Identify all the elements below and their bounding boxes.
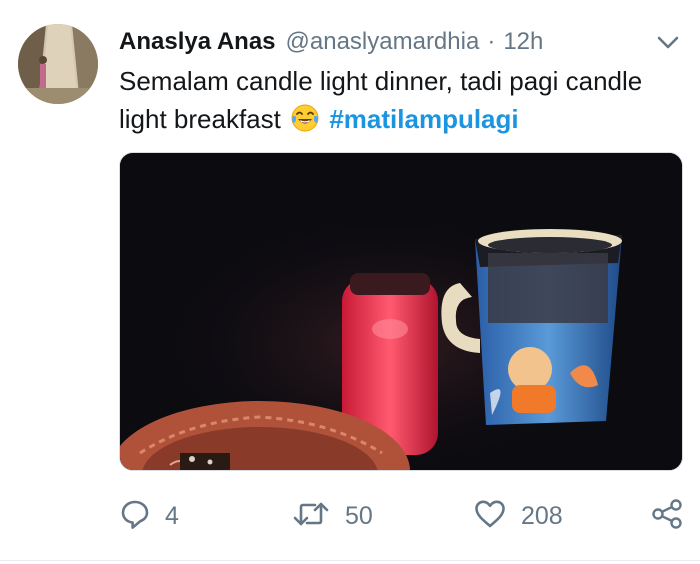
share-button[interactable] [651, 496, 683, 536]
tweet-photo[interactable] [119, 152, 683, 471]
tweet-header: Anaslya Anas @anaslyamardhia · 12h [119, 25, 543, 59]
chevron-down-icon[interactable] [654, 30, 682, 54]
retweet-button[interactable]: 50 [291, 496, 373, 536]
tweet-actions: 4 50 208 [119, 496, 689, 536]
like-count: 208 [521, 501, 563, 530]
timestamp[interactable]: 12h [503, 28, 543, 56]
avatar[interactable] [18, 24, 98, 104]
retweet-count: 50 [345, 501, 373, 530]
tweet-text: Semalam candle light dinner, tadi pagi c… [119, 62, 689, 138]
divider [0, 560, 700, 561]
author-name[interactable]: Anaslya Anas [119, 28, 276, 56]
like-button[interactable]: 208 [473, 496, 563, 536]
reply-icon [119, 498, 151, 535]
separator: · [487, 28, 496, 55]
tweet: Anaslya Anas @anaslyamardhia · 12h Semal… [0, 0, 700, 564]
reply-count: 4 [165, 501, 179, 530]
hashtag-link[interactable]: #matilampulagi [329, 104, 518, 134]
face-with-tears-of-joy-icon [290, 103, 320, 133]
author-handle[interactable]: @anaslyamardhia [286, 28, 480, 56]
share-icon [651, 498, 683, 535]
heart-icon [473, 498, 507, 535]
reply-button[interactable]: 4 [119, 496, 179, 536]
retweet-icon [291, 498, 331, 535]
